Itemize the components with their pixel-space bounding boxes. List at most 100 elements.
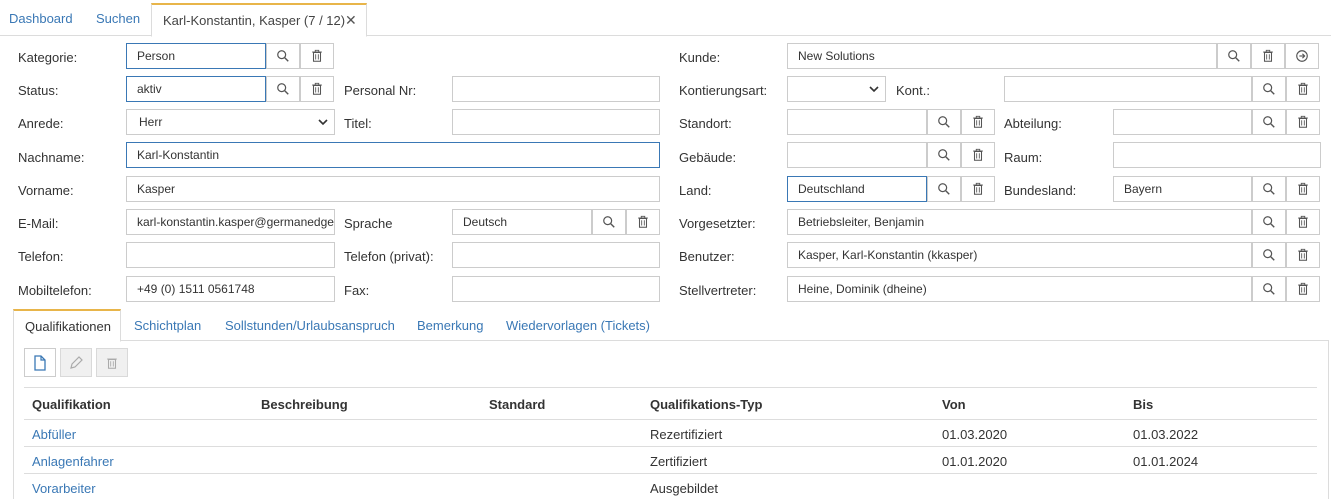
vorgesetzter-search-button[interactable] [1252,209,1286,235]
gebaeude-search-button[interactable] [927,142,961,168]
label-bundesland: Bundesland: [1004,183,1077,198]
cell-bis: 01.03.2022 [1133,427,1199,442]
stellvertreter-delete-button[interactable] [1286,276,1320,302]
col-von[interactable]: Von [942,397,966,412]
land-search-button[interactable] [927,176,961,202]
gebaeude-delete-button[interactable] [961,142,995,168]
label-abteilung: Abteilung: [1004,116,1062,131]
kont-field[interactable] [1004,76,1252,102]
trash-icon [1298,248,1308,261]
mobiltelefon-field[interactable]: +49 (0) 1511 0561748 [126,276,335,302]
trash-icon [1263,49,1273,62]
trash-icon [973,182,983,195]
cell-qualifikation[interactable]: Vorarbeiter [32,481,96,496]
benutzer-field[interactable]: Kasper, Karl-Konstantin (kkasper) [787,242,1252,268]
table-top-border [24,387,1317,388]
bundesland-search-button[interactable] [1252,176,1286,202]
delete-button[interactable] [96,348,128,377]
kunde-delete-button[interactable] [1251,43,1285,69]
search-icon [938,116,950,128]
sprache-field[interactable]: Deutsch [452,209,592,235]
close-icon[interactable]: ✕ [345,12,357,29]
sprache-search-button[interactable] [592,209,626,235]
label-kontierungsart: Kontierungsart: [679,83,768,98]
detail-tabs: Qualifikationen Schichtplan Sollstunden/… [13,309,1329,342]
bundesland-field[interactable]: Bayern [1113,176,1252,202]
vorgesetzter-field[interactable]: Betriebsleiter, Benjamin [787,209,1252,235]
label-fax: Fax: [344,283,370,298]
kunde-search-button[interactable] [1217,43,1251,69]
kont-search-button[interactable] [1252,76,1286,102]
kunde-open-button[interactable] [1285,43,1319,69]
standort-search-button[interactable] [927,109,961,135]
land-field[interactable]: Deutschland [787,176,927,202]
telefon-field[interactable] [126,242,335,268]
new-button[interactable] [24,348,56,377]
label-personalnr: Personal Nr: [344,83,417,98]
cell-qualifikation[interactable]: Abfüller [32,427,76,442]
label-stellvertreter: Stellvertreter: [679,283,757,298]
vorname-field[interactable]: Kasper [126,176,660,202]
label-vorname: Vorname: [18,183,74,198]
raum-field[interactable] [1113,142,1321,168]
status-field[interactable]: aktiv [126,76,266,102]
stellvertreter-field[interactable]: Heine, Dominik (dheine) [787,276,1252,302]
standort-delete-button[interactable] [961,109,995,135]
col-qualifikations-typ[interactable]: Qualifikations-Typ [650,397,762,412]
search-icon [277,50,289,62]
nav-search[interactable]: Suchen [96,11,140,26]
edit-button[interactable] [60,348,92,377]
kategorie-delete-button[interactable] [300,43,334,69]
nachname-field[interactable]: Karl-Konstantin [126,142,660,168]
gebaeude-field[interactable] [787,142,927,168]
row-divider [24,473,1317,474]
benutzer-search-button[interactable] [1252,242,1286,268]
search-icon [1263,116,1275,128]
status-delete-button[interactable] [300,76,334,102]
telefon-privat-field[interactable] [452,242,660,268]
vorgesetzter-delete-button[interactable] [1286,209,1320,235]
cell-bis: 01.01.2024 [1133,454,1199,469]
kontierungsart-select[interactable] [787,76,886,102]
titel-field[interactable] [452,109,660,135]
record-tab[interactable]: Karl-Konstantin, Kasper (7 / 12) ✕ [151,3,367,37]
qualifikationen-panel: Qualifikation Beschreibung Standard Qual… [13,340,1329,499]
search-icon [277,83,289,95]
tab-wiedervorlagen[interactable]: Wiedervorlagen (Tickets) [506,318,650,333]
col-beschreibung[interactable]: Beschreibung [261,397,348,412]
kategorie-search-button[interactable] [266,43,300,69]
anrede-select[interactable]: Herr [126,109,335,135]
cell-typ: Ausgebildet [650,481,718,496]
cell-von: 01.03.2020 [942,427,1008,442]
kont-delete-button[interactable] [1286,76,1320,102]
benutzer-delete-button[interactable] [1286,242,1320,268]
email-field[interactable]: karl-konstantin.kasper@germanedge [126,209,335,235]
col-bis[interactable]: Bis [1133,397,1153,412]
cell-qualifikation[interactable]: Anlagenfahrer [32,454,114,469]
bundesland-delete-button[interactable] [1286,176,1320,202]
trash-icon [1298,215,1308,228]
land-delete-button[interactable] [961,176,995,202]
standort-field[interactable] [787,109,927,135]
stellvertreter-search-button[interactable] [1252,276,1286,302]
nav-dashboard[interactable]: Dashboard [9,11,73,26]
tab-sollstunden[interactable]: Sollstunden/Urlaubsanspruch [225,318,395,333]
kunde-field[interactable]: New Solutions [787,43,1217,69]
search-icon [1263,216,1275,228]
status-search-button[interactable] [266,76,300,102]
fax-field[interactable] [452,276,660,302]
arrow-right-circle-icon [1296,50,1308,62]
col-standard[interactable]: Standard [489,397,545,412]
tab-schichtplan[interactable]: Schichtplan [134,318,201,333]
abteilung-search-button[interactable] [1252,109,1286,135]
kategorie-field[interactable]: Person [126,43,266,69]
sprache-delete-button[interactable] [626,209,660,235]
abteilung-delete-button[interactable] [1286,109,1320,135]
abteilung-field[interactable] [1113,109,1252,135]
tab-bemerkung[interactable]: Bemerkung [417,318,483,333]
tab-qualifikationen[interactable]: Qualifikationen [13,309,121,342]
cell-von: 01.01.2020 [942,454,1008,469]
search-icon [1263,249,1275,261]
col-qualifikation[interactable]: Qualifikation [32,397,111,412]
personalnr-field[interactable] [452,76,660,102]
